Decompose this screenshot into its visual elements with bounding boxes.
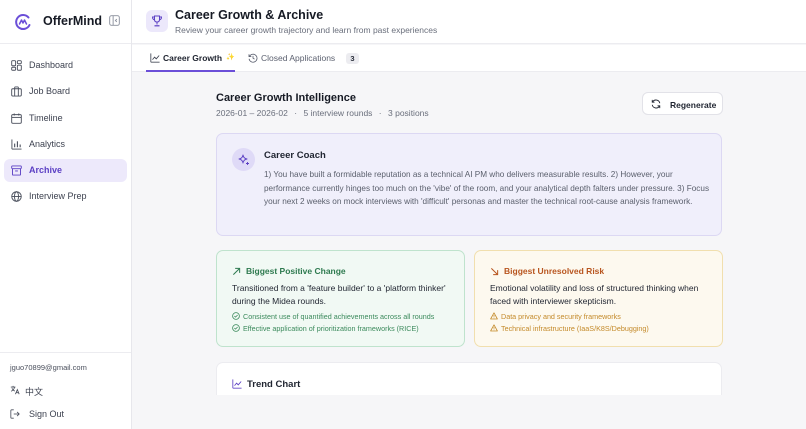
sidebar-item-job-board[interactable]: Job Board bbox=[4, 80, 127, 103]
risk-item: Technical infrastructure (IaaS/K8S/Debug… bbox=[490, 324, 649, 333]
positive-evidence-text: Effective application of prioritization … bbox=[243, 324, 419, 333]
trend-chart-card: Trend Chart bbox=[216, 362, 722, 395]
career-coach-card: Career Coach 1) You have built a formida… bbox=[216, 133, 722, 236]
regenerate-label: Regenerate bbox=[670, 99, 717, 110]
sidebar-item-interview-prep[interactable]: Interview Prep bbox=[4, 185, 127, 208]
sidebar-item-analytics[interactable]: Analytics bbox=[4, 133, 127, 156]
unresolved-risk-heading: Biggest Unresolved Risk bbox=[504, 266, 605, 276]
header-badge bbox=[146, 10, 168, 32]
section-title: Career Growth Intelligence bbox=[216, 92, 356, 104]
arrow-down-right-icon bbox=[490, 267, 499, 276]
user-email: jguo70899@gmail.com bbox=[10, 363, 87, 372]
positive-change-heading: Biggest Positive Change bbox=[246, 266, 346, 276]
sidebar-nav: Dashboard Job Board Timeline Analytics A… bbox=[4, 54, 127, 212]
app-name: OfferMind bbox=[43, 14, 103, 28]
briefcase-icon bbox=[11, 86, 22, 97]
trophy-icon bbox=[151, 15, 163, 27]
archive-icon bbox=[11, 165, 22, 176]
regenerate-button[interactable]: Regenerate bbox=[642, 92, 723, 115]
sparkle-icon: ✨ bbox=[226, 54, 235, 61]
sidebar-collapse-icon[interactable] bbox=[109, 15, 120, 26]
sidebar: OfferMind Dashboard Job Board Timeline A… bbox=[0, 0, 132, 429]
tab-label: Career Growth bbox=[163, 53, 223, 63]
line-chart-icon bbox=[150, 53, 160, 63]
warning-icon bbox=[490, 312, 498, 320]
coach-title: Career Coach bbox=[264, 150, 326, 161]
sidebar-item-label: Analytics bbox=[29, 138, 66, 149]
sidebar-item-label: Job Board bbox=[29, 86, 71, 97]
count-badge: 3 bbox=[346, 53, 359, 64]
sidebar-item-label: Dashboard bbox=[29, 60, 74, 70]
sidebar-item-label: Archive bbox=[29, 165, 63, 176]
risk-item-text: Data privacy and security frameworks bbox=[501, 312, 621, 321]
bar-chart-icon bbox=[11, 139, 22, 150]
sidebar-item-timeline[interactable]: Timeline bbox=[4, 107, 127, 130]
sign-out-icon[interactable] bbox=[10, 409, 20, 419]
tab-closed-applications[interactable]: Closed Applications 3 bbox=[246, 45, 366, 72]
globe-icon bbox=[11, 191, 22, 203]
tab-bar: Career Growth ✨ Closed Applications 3 bbox=[132, 45, 806, 72]
unresolved-risk-body: Emotional volatility and loss of structu… bbox=[490, 283, 699, 306]
growth-meta: 2026-01 – 2026-02 · 5 interview rounds ·… bbox=[216, 108, 429, 118]
page-title: Career Growth & Archive bbox=[175, 8, 324, 22]
calendar-icon bbox=[11, 113, 22, 124]
page-subtitle: Review your career growth trajectory and… bbox=[175, 25, 438, 35]
check-circle-icon bbox=[232, 312, 240, 320]
positive-evidence-text: Consistent use of quantified achievement… bbox=[243, 312, 435, 321]
positive-evidence-item: Consistent use of quantified achievement… bbox=[232, 312, 434, 321]
refresh-icon bbox=[651, 99, 661, 109]
coach-avatar bbox=[232, 148, 255, 171]
sign-out-link[interactable]: Sign Out bbox=[29, 409, 64, 419]
meta-separator: · bbox=[378, 108, 382, 118]
sparkles-icon bbox=[238, 154, 249, 165]
dashboard-icon bbox=[11, 60, 22, 71]
risk-item: Data privacy and security frameworks bbox=[490, 312, 621, 321]
logo-icon bbox=[15, 14, 31, 31]
warning-icon bbox=[490, 324, 498, 332]
arrow-up-right-icon bbox=[232, 267, 241, 276]
sidebar-footer: jguo70899@gmail.com 中文 Sign Out bbox=[0, 352, 131, 429]
language-icon[interactable] bbox=[10, 385, 20, 395]
trend-chart-title: Trend Chart bbox=[247, 379, 301, 390]
interview-rounds-count: 5 interview rounds bbox=[303, 108, 373, 118]
coach-advice: 1) You have built a formidable reputatio… bbox=[264, 170, 710, 207]
check-circle-icon bbox=[232, 324, 240, 332]
sidebar-item-dashboard[interactable]: Dashboard bbox=[4, 54, 127, 77]
sidebar-item-label: Interview Prep bbox=[29, 191, 87, 202]
tab-label: Closed Applications bbox=[261, 53, 336, 63]
positive-evidence-item: Effective application of prioritization … bbox=[232, 324, 419, 333]
page-header: Career Growth & Archive Review your care… bbox=[132, 0, 806, 44]
main-content: Career Growth Intelligence 2026-01 – 202… bbox=[215, 72, 723, 395]
meta-separator: · bbox=[294, 108, 298, 118]
language-toggle[interactable]: 中文 bbox=[25, 385, 43, 398]
positive-change-card: Biggest Positive Change Transitioned fro… bbox=[216, 250, 465, 347]
sidebar-item-label: Timeline bbox=[29, 112, 63, 123]
history-icon bbox=[248, 53, 258, 63]
tab-career-growth[interactable]: Career Growth ✨ bbox=[146, 45, 235, 72]
sidebar-item-archive[interactable]: Archive bbox=[4, 159, 127, 183]
risk-item-text: Technical infrastructure (IaaS/K8S/Debug… bbox=[501, 324, 649, 333]
unresolved-risk-card: Biggest Unresolved Risk Emotional volati… bbox=[474, 250, 723, 347]
positive-change-body: Transitioned from a 'feature builder' to… bbox=[232, 283, 446, 306]
positions-count: 3 positions bbox=[388, 108, 429, 118]
line-chart-icon bbox=[232, 379, 242, 389]
date-range: 2026-01 – 2026-02 bbox=[216, 108, 288, 118]
brand-bar: OfferMind bbox=[0, 0, 131, 44]
